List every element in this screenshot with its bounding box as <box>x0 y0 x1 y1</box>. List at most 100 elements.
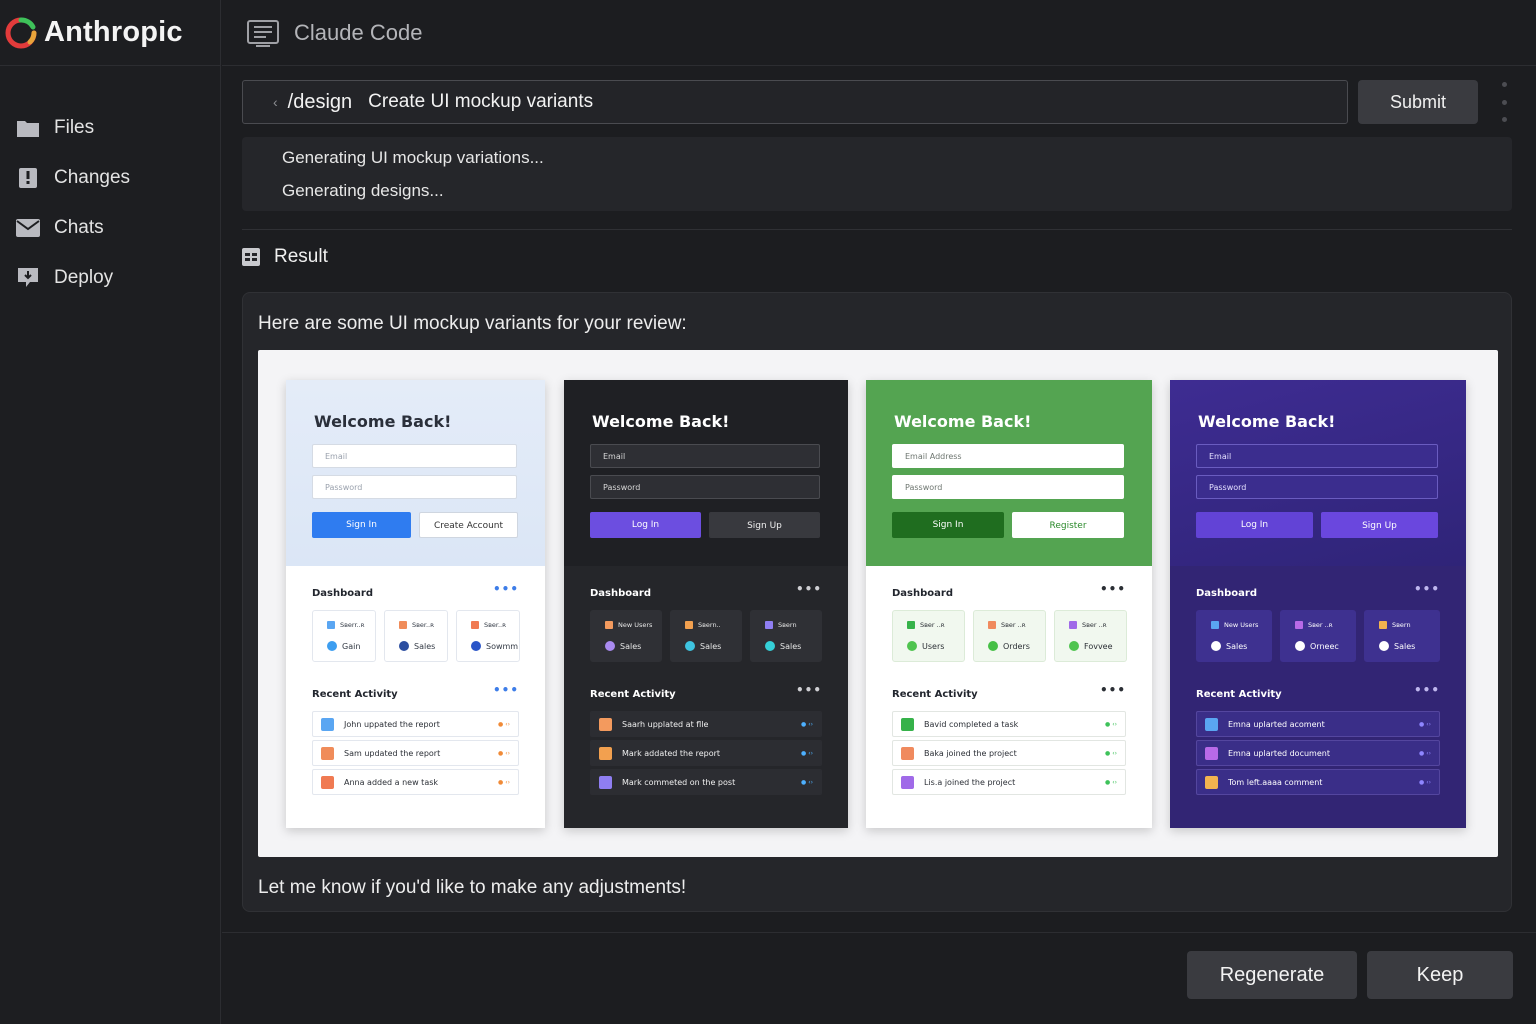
sidebar-item-changes[interactable]: Changes <box>0 153 220 203</box>
activity-row[interactable]: Tom left.aaaa comment ● ‹› <box>1196 769 1440 795</box>
mockup-card-purple: Welcome Back! Email Password Log In Sign Up D… <box>1170 380 1466 828</box>
stat-icon <box>1295 621 1303 629</box>
primary-button[interactable]: Log In <box>590 512 701 538</box>
sidebar-item-label: Deploy <box>54 267 114 288</box>
secondary-button[interactable]: Sign Up <box>1321 512 1438 538</box>
stat-card: Sʙern Sales <box>1364 610 1440 662</box>
stat-icon <box>685 621 693 629</box>
password-field[interactable]: Password <box>312 475 517 499</box>
stat-card: Sʙer ..ʀ Fovvee <box>1054 610 1127 662</box>
stat-icon <box>605 621 613 629</box>
activity-row[interactable]: Mark addated the report ● ‹› <box>590 740 822 766</box>
more-options-icon[interactable]: ••• <box>1100 683 1126 697</box>
command-text: Create UI mockup variants <box>368 91 594 112</box>
slash-command: /design <box>287 90 353 113</box>
password-field[interactable]: Password <box>1196 475 1438 499</box>
divider <box>242 229 1512 230</box>
stat-dot-icon <box>471 641 481 651</box>
stat-card: Sʙer ..ʀ Orders <box>973 610 1046 662</box>
more-options-icon[interactable]: ••• <box>1414 683 1440 697</box>
stat-label: New Users <box>1224 621 1259 629</box>
stat-icon <box>1211 621 1219 629</box>
stat-value: Sales <box>1226 641 1248 651</box>
checkbox-icon <box>599 775 612 789</box>
divider <box>222 932 1536 933</box>
more-options-icon[interactable]: ••• <box>796 582 822 596</box>
stat-card: Sʙern Sales <box>750 610 822 662</box>
stat-label: Sʙern <box>1392 621 1411 629</box>
activity-row[interactable]: Lis.a joined the project ● ‹› <box>892 769 1126 795</box>
activity-row[interactable]: Emna uplarted document ● ‹› <box>1196 740 1440 766</box>
mockup-gallery: Welcome Back! Email Password Sign In Create … <box>258 350 1498 857</box>
changes-icon <box>16 166 40 190</box>
activity-row[interactable]: Bavid completed a task ● ‹› <box>892 711 1126 737</box>
activity-row[interactable]: Mark commeted on the post ● ‹› <box>590 769 822 795</box>
stat-dot-icon <box>765 641 775 651</box>
more-options-icon[interactable] <box>1497 82 1511 122</box>
activity-meta-icon: ● ‹› <box>801 778 813 786</box>
activity-meta-icon: ● ‹› <box>498 778 510 786</box>
activity-meta-icon: ● ‹› <box>1105 749 1117 757</box>
folder-icon <box>16 116 40 140</box>
more-options-icon[interactable]: ••• <box>1100 582 1126 596</box>
stat-dot-icon <box>1295 641 1305 651</box>
primary-button[interactable]: Sign In <box>892 512 1004 538</box>
secondary-button[interactable]: Register <box>1012 512 1124 538</box>
checkbox-icon <box>599 717 612 731</box>
sidebar-item-chats[interactable]: Chats <box>0 203 220 253</box>
sidebar-nav: Files Changes Chats Deploy <box>0 66 220 303</box>
command-input[interactable]: ‹ /design Create UI mockup variants <box>242 80 1348 124</box>
submit-button[interactable]: Submit <box>1358 80 1478 124</box>
status-line: Generating UI mockup variations... <box>282 148 544 167</box>
primary-button[interactable]: Log In <box>1196 512 1313 538</box>
stat-card: Sʙer ..ʀ Users <box>892 610 965 662</box>
more-options-icon[interactable]: ••• <box>796 683 822 697</box>
primary-button[interactable]: Sign In <box>312 512 411 538</box>
activity-text: Saarh upplated at flle <box>622 719 709 729</box>
sidebar-item-label: Chats <box>54 217 104 238</box>
keep-button[interactable]: Keep <box>1367 951 1513 999</box>
email-field[interactable]: Email <box>1196 444 1438 468</box>
password-field[interactable]: Password <box>590 475 820 499</box>
activity-meta-icon: ● ‹› <box>1419 749 1431 757</box>
more-options-icon[interactable]: ••• <box>493 683 519 697</box>
stat-value: Orneec <box>1310 641 1339 651</box>
welcome-heading: Welcome Back! <box>314 412 452 431</box>
password-field[interactable]: Password <box>892 475 1124 499</box>
stat-value: Sales <box>700 641 722 651</box>
stat-value: Orders <box>1003 641 1030 651</box>
regenerate-button[interactable]: Regenerate <box>1187 951 1357 999</box>
stat-dot-icon <box>327 641 337 651</box>
more-options-icon[interactable]: ••• <box>493 582 519 596</box>
stat-dot-icon <box>988 641 998 651</box>
secondary-button[interactable]: Create Account <box>419 512 518 538</box>
stat-icon <box>988 621 996 629</box>
result-title: Result <box>274 246 328 267</box>
sidebar: Anthropic Files Changes Chats Deploy <box>0 0 221 1024</box>
stat-value: Users <box>922 641 945 651</box>
result-outro: Let me know if you'd like to make any ad… <box>258 877 687 898</box>
result-header: Result <box>242 246 328 268</box>
activity-row[interactable]: John uppated the report ● ‹› <box>312 711 519 737</box>
activity-row[interactable]: Emna uplarted acoment ● ‹› <box>1196 711 1440 737</box>
activity-row[interactable]: Anna added a new task ● ‹› <box>312 769 519 795</box>
checkbox-icon <box>599 746 612 760</box>
secondary-button[interactable]: Sign Up <box>709 512 820 538</box>
result-intro: Here are some UI mockup variants for you… <box>258 313 687 334</box>
page-title: Claude Code <box>294 19 423 45</box>
activity-text: Emna uplarted document <box>1228 748 1330 758</box>
activity-row[interactable]: Saarh upplated at flle ● ‹› <box>590 711 822 737</box>
caret-left-icon[interactable]: ‹ <box>273 94 278 110</box>
activity-row[interactable]: Sam updated the report ● ‹› <box>312 740 519 766</box>
sidebar-item-deploy[interactable]: Deploy <box>0 253 220 303</box>
email-field[interactable]: Email <box>590 444 820 468</box>
stat-value: Gain <box>342 641 361 651</box>
recent-activity-title: Recent Activity <box>1196 689 1282 700</box>
stat-value: Sales <box>780 641 802 651</box>
stat-label: Sʙer..ʀ <box>484 621 507 629</box>
email-field[interactable]: Email <box>312 444 517 468</box>
email-field[interactable]: Email Address <box>892 444 1124 468</box>
sidebar-item-files[interactable]: Files <box>0 103 220 153</box>
activity-row[interactable]: Baka joined the project ● ‹› <box>892 740 1126 766</box>
more-options-icon[interactable]: ••• <box>1414 582 1440 596</box>
